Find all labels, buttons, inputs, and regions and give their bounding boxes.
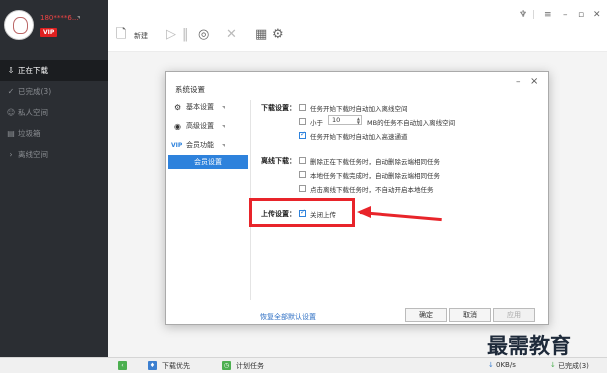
size-limit-input[interactable]: 10 ▲ ▼ (328, 115, 362, 125)
settings-nav-basic[interactable]: ⚙ 基本设置 (166, 98, 248, 117)
speed-down-icon: ↓ (488, 361, 494, 369)
user-profile: 180****6... VIP (0, 0, 108, 52)
restore-defaults-link[interactable]: 恢复全部默认设置 (260, 312, 316, 322)
pause-icon[interactable]: ‖ (182, 28, 189, 42)
sidebar-nav: ⇩ 正在下载 ✓ 已完成(3) ☺ 私人空间 ▤ 垃圾箱 › 离线空间 (0, 60, 108, 165)
sidebar-item-label: 已完成(3) (18, 87, 52, 96)
settings-dialog: 系统设置 – × ⚙ 基本设置 ◉ 高级设置 VIP 会员功能 会员设置 下载设… (165, 71, 549, 325)
skin-icon[interactable]: ♆ (519, 10, 527, 20)
ok-button[interactable]: 确定 (405, 308, 447, 322)
download-icon: ⇩ (7, 66, 15, 75)
check-circle-icon: ✓ (7, 87, 15, 96)
sidebar-item-private[interactable]: ☺ 私人空间 (0, 102, 108, 123)
gear-icon: ⚙ (174, 103, 182, 112)
menu-icon[interactable]: ≡ (544, 10, 552, 20)
size-limit-value: 10 (332, 116, 341, 124)
settings-nav-advanced[interactable]: ◉ 高级设置 (166, 117, 248, 136)
watermark-logo: 最需教育 (487, 333, 571, 358)
minimize-icon[interactable]: – (516, 77, 521, 87)
clock-icon: ◷ (222, 361, 231, 370)
annotation-arrow-head (357, 206, 371, 218)
settings-nav-label: 高级设置 (186, 122, 214, 130)
close-icon[interactable]: ✕ (593, 10, 601, 20)
settings-nav-label: 会员功能 (186, 141, 214, 149)
settings-nav-label: 基本设置 (186, 103, 214, 111)
download-first-toggle[interactable]: 下载优先 (162, 361, 190, 371)
sidebar-item-completed[interactable]: ✓ 已完成(3) (0, 81, 108, 102)
checkbox-delete-cloud-completed[interactable] (299, 171, 306, 178)
close-icon[interactable]: × (530, 76, 538, 87)
sidebar-item-label: 离线空间 (18, 150, 48, 159)
person-icon: ☺ (6, 108, 16, 117)
speed-limit-icon[interactable]: ◎ (198, 28, 209, 42)
sidebar-item-offline[interactable]: › 离线空间 (0, 144, 108, 165)
option-size-suffix: MB的任务不自动加入离线空间 (367, 119, 456, 127)
vip-icon: VIP (171, 142, 183, 149)
vip-badge[interactable]: VIP (40, 28, 58, 37)
download-speed: 0KB/s (496, 361, 516, 369)
caret-icon (222, 106, 225, 109)
apply-button[interactable]: 应用 (493, 308, 535, 322)
sidebar-item-label: 正在下载 (18, 66, 48, 75)
sidebar-item-label: 私人空间 (18, 108, 48, 117)
checkbox-high-speed[interactable] (299, 130, 306, 139)
shield-icon: ♦ (148, 361, 157, 370)
play-icon[interactable]: ▷ (166, 28, 176, 42)
new-button-label[interactable]: 新建 (134, 31, 148, 41)
new-file-icon[interactable]: 🗋 (116, 28, 126, 42)
checkbox-no-auto-local[interactable] (299, 185, 306, 192)
maximize-icon[interactable]: ▫ (578, 10, 584, 20)
checkbox-size-limit[interactable] (299, 118, 306, 125)
delete-icon[interactable]: ✕ (226, 28, 237, 42)
divider: | (532, 10, 536, 20)
option-high-speed: 任务开始下载时自动加入高速通道 (310, 133, 408, 141)
settings-nav-vip[interactable]: VIP 会员功能 (166, 136, 248, 155)
minimize-icon[interactable]: – (563, 10, 568, 20)
sidebar: 180****6... VIP ⇩ 正在下载 ✓ 已完成(3) ☺ 私人空间 ▤… (0, 0, 108, 373)
avatar[interactable] (4, 10, 34, 40)
option-auto-offline: 任务开始下载时自动加入离线空间 (310, 105, 408, 113)
checkbox-delete-cloud-downloading[interactable] (299, 157, 306, 164)
sidebar-item-trash[interactable]: ▤ 垃圾箱 (0, 123, 108, 144)
done-count: 已完成(3) (558, 362, 589, 370)
caret-down-icon[interactable] (77, 16, 80, 19)
option-no-auto-local: 点击离线下载任务时，不自动开启本地任务 (310, 186, 434, 194)
spinner-icon[interactable]: ▲ ▼ (357, 117, 360, 125)
gear-icon[interactable]: ⚙ (272, 28, 284, 42)
done-icon: ↓ (550, 361, 556, 369)
username[interactable]: 180****6... (40, 14, 79, 22)
plan-task-button[interactable]: 计划任务 (236, 361, 264, 371)
offline-settings-label: 离线下载： (261, 157, 296, 165)
expand-icon[interactable]: ‹ (118, 361, 127, 370)
annotation-highlight-box (249, 198, 355, 227)
option-delete-cloud-downloading: 删除正在下载任务时，自动删除云端相同任务 (310, 158, 440, 166)
advanced-icon: ◉ (174, 122, 181, 131)
checkbox-auto-offline[interactable] (299, 104, 306, 111)
chevron-right-icon: › (9, 150, 13, 159)
option-delete-cloud-completed: 本地任务下载完成时，自动删除云端相同任务 (310, 172, 440, 180)
sidebar-item-downloading[interactable]: ⇩ 正在下载 (0, 60, 108, 81)
option-size-prefix: 小于 (310, 119, 323, 127)
dialog-title: 系统设置 (175, 85, 205, 94)
toolbar: 🗋 新建 ▷ ‖ ◎ ✕ ▦ ⚙ ♆ | ≡ – ▫ ✕ (108, 0, 607, 52)
caret-icon (222, 125, 225, 128)
settings-nav-member[interactable]: 会员设置 (168, 155, 248, 169)
settings-nav: ⚙ 基本设置 ◉ 高级设置 VIP 会员功能 会员设置 (166, 98, 248, 169)
caret-icon (222, 144, 225, 147)
sidebar-item-label: 垃圾箱 (18, 129, 41, 138)
download-settings-label: 下载设置： (261, 104, 296, 112)
cancel-button[interactable]: 取消 (449, 308, 491, 322)
trash-icon: ▤ (7, 129, 15, 138)
grid-icon[interactable]: ▦ (255, 28, 267, 42)
